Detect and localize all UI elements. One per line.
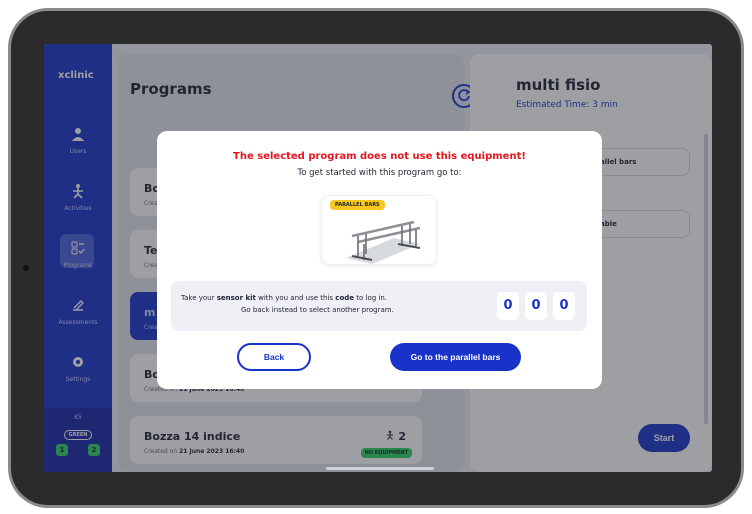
back-instruction: Go back instead to select another progra… (241, 306, 394, 314)
camera (23, 265, 29, 271)
parallel-bars-icon (346, 220, 421, 264)
dialog-title: The selected program does not use this e… (233, 151, 526, 162)
dialog-subtitle: To get started with this program go to: (297, 168, 462, 178)
code-digit: 0 (553, 292, 575, 320)
home-indicator[interactable] (326, 467, 434, 470)
go-to-parallel-bars-button[interactable]: Go to the parallel bars (390, 343, 521, 371)
equipment-card: PARALLEL BARS (321, 195, 437, 265)
code-digit: 0 (497, 292, 519, 320)
back-button[interactable]: Back (237, 343, 311, 371)
equipment-mismatch-dialog: The selected program does not use this e… (157, 131, 602, 389)
login-info-box: Take your sensor kit with you and use th… (171, 281, 587, 331)
code-digit: 0 (525, 292, 547, 320)
app-screen: xclinic Users Activities Programs Assess… (44, 44, 712, 472)
login-instruction: Take your sensor kit with you and use th… (181, 294, 387, 302)
